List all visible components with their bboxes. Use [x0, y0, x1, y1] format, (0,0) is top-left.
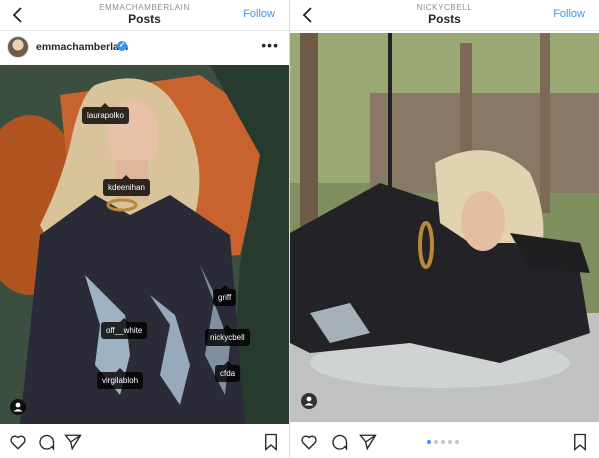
- post-image[interactable]: [290, 33, 599, 422]
- heart-icon[interactable]: [9, 433, 27, 451]
- avatar[interactable]: [7, 36, 29, 58]
- left-post-panel: EMMACHAMBERLAIN Posts Follow emmachamber…: [0, 0, 289, 458]
- user-tag-icon[interactable]: [301, 393, 317, 409]
- carousel-dot[interactable]: [448, 440, 452, 444]
- tag-label[interactable]: off__white: [101, 318, 148, 339]
- comment-icon[interactable]: [37, 433, 55, 451]
- share-icon[interactable]: [359, 433, 377, 451]
- bookmark-icon[interactable]: [262, 433, 280, 451]
- top-bar: EMMACHAMBERLAIN Posts Follow: [0, 0, 289, 31]
- tag-label[interactable]: kdeenihan: [103, 175, 150, 196]
- carousel-dot[interactable]: [434, 440, 438, 444]
- post-photo-art: [290, 33, 599, 422]
- post-image[interactable]: laurapolko kdeenihan griff off__white ni…: [0, 65, 289, 424]
- share-icon[interactable]: [64, 433, 82, 451]
- tag-label[interactable]: virgilabloh: [97, 368, 144, 389]
- heart-icon[interactable]: [300, 433, 318, 451]
- bookmark-icon[interactable]: [571, 433, 589, 451]
- tag-label[interactable]: cfda: [215, 361, 241, 382]
- tag-label[interactable]: griff: [213, 285, 237, 306]
- carousel-dot[interactable]: [427, 440, 431, 444]
- comment-icon[interactable]: [330, 433, 348, 451]
- verified-badge-icon: ✓: [117, 41, 127, 51]
- action-bar: [290, 424, 599, 458]
- right-post-panel: NICKYCBELL Posts Follow: [289, 0, 599, 458]
- carousel-dot[interactable]: [455, 440, 459, 444]
- carousel-dots: [427, 440, 459, 444]
- user-tag-icon[interactable]: [10, 399, 26, 415]
- action-bar: [0, 424, 289, 458]
- post-username[interactable]: emmachamberlain: [36, 41, 128, 53]
- post-header: emmachamberlain ✓ •••: [0, 31, 289, 65]
- post-photo-art: [0, 65, 289, 424]
- tag-label[interactable]: laurapolko: [82, 103, 129, 124]
- follow-button[interactable]: Follow: [553, 8, 585, 20]
- follow-button[interactable]: Follow: [243, 8, 275, 20]
- tag-label[interactable]: nickycbell: [205, 325, 250, 346]
- top-bar: NICKYCBELL Posts Follow: [290, 0, 599, 31]
- more-icon[interactable]: •••: [261, 37, 279, 53]
- carousel-dot[interactable]: [441, 440, 445, 444]
